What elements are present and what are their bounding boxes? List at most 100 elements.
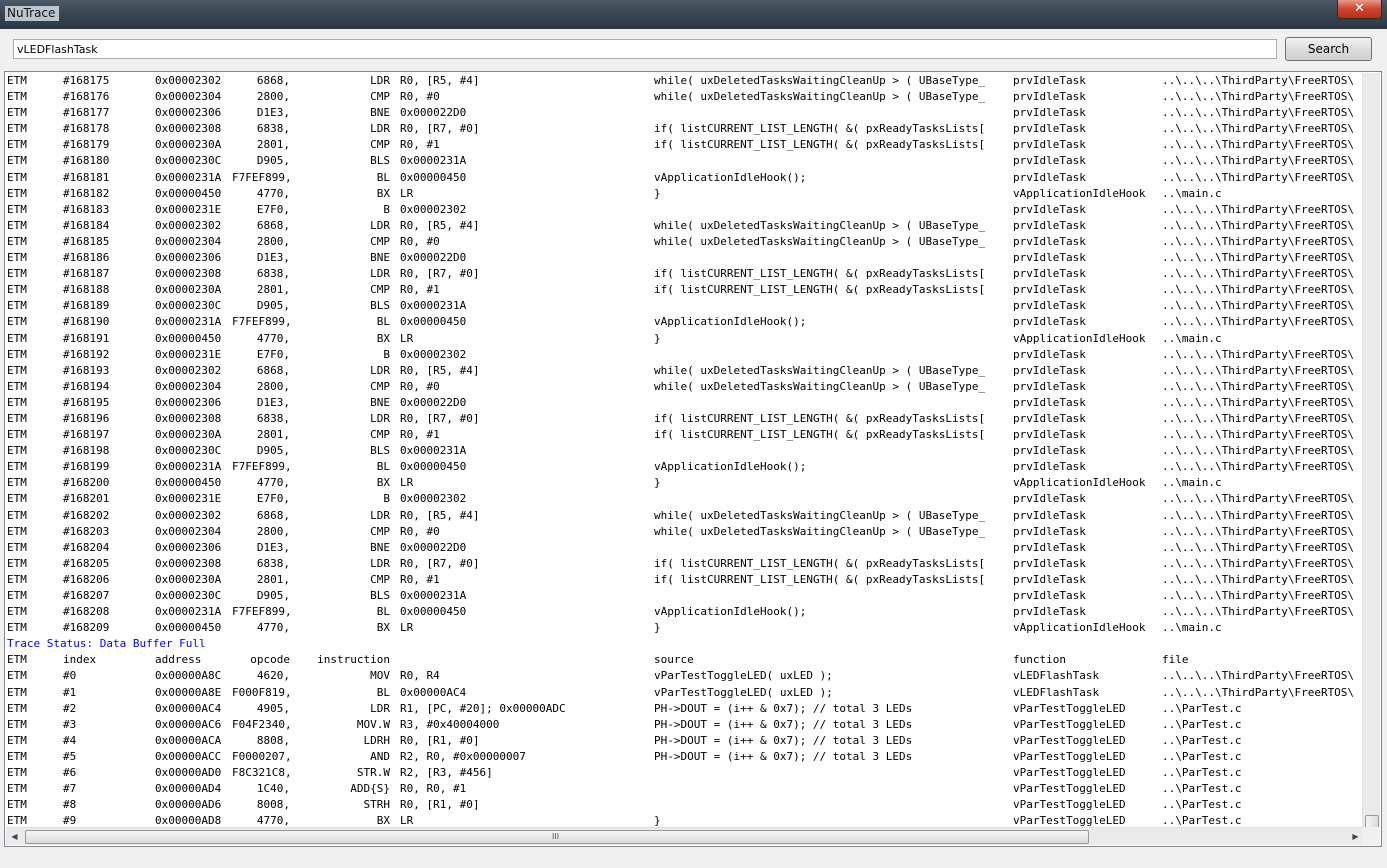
table-row[interactable]: ETM #168185 0x00002304 2800, CMP R0, #0 while(… <box>6 234 1364 250</box>
table-row[interactable]: ETM #7 0x00000AD4 1C40, ADD{S} R0, R0, #1 vPar… <box>6 781 1364 797</box>
trace-rows: ETM #168175 0x00002302 6868, LDR R0, [R5, #4]… <box>6 73 1364 830</box>
cell-function: vParTestToggleLED <box>1013 701 1126 715</box>
cell-type: ETM <box>7 733 27 747</box>
table-row[interactable]: ETM #168176 0x00002304 2800, CMP R0, #0 while(… <box>6 89 1364 105</box>
cell-address: 0x00000450 <box>155 621 222 635</box>
table-row[interactable]: ETM #0 0x00000A8C 4620, MOV R0, R4 vParTestTog… <box>6 668 1364 684</box>
cell-file: ..\..\..\ThirdParty\FreeRTOS\ <box>1162 508 1355 522</box>
table-row[interactable]: ETM #168195 0x00002306 D1E3, BNE 0x000022D0 pr… <box>6 395 1364 411</box>
table-row[interactable]: ETM #168199 0x0000231A F7FEF899, BL 0x0000045… <box>6 459 1364 475</box>
scroll-left-icon[interactable]: ◀ <box>6 828 23 845</box>
cell-index: #168194 <box>63 379 110 393</box>
cell-address: address <box>155 653 202 667</box>
cell-type: ETM <box>7 605 27 619</box>
table-row[interactable]: ETM #168189 0x0000230C D905, BLS 0x0000231A pr… <box>6 298 1364 314</box>
table-row[interactable]: ETM #168184 0x00002302 6868, LDR R0, [R5, #4]… <box>6 218 1364 234</box>
cell-index: #168184 <box>63 218 110 232</box>
search-button[interactable]: Search <box>1285 37 1372 61</box>
cell-address: 0x00000450 <box>155 331 222 345</box>
cell-source: } <box>654 476 661 490</box>
table-row[interactable]: ETM #168186 0x00002306 D1E3, BNE 0x000022D0 pr… <box>6 250 1364 266</box>
cell-index: #168177 <box>63 106 110 120</box>
table-row[interactable]: ETM #168181 0x0000231A F7FEF899, BL 0x0000045… <box>6 170 1364 186</box>
table-row[interactable]: ETM #168205 0x00002308 6838, LDR R0, [R7, #0]… <box>6 556 1364 572</box>
cell-index: #168188 <box>63 283 110 297</box>
table-row[interactable]: ETM #168197 0x0000230A 2801, CMP R0, #1 if( li… <box>6 427 1364 443</box>
cell-type: ETM <box>7 540 27 554</box>
cell-function: prvIdleTask <box>1013 428 1086 442</box>
cell-instruction: LDR <box>370 74 390 87</box>
trace-list[interactable]: ETM #168175 0x00002302 6868, LDR R0, [R5, #4]… <box>4 71 1382 847</box>
cell-source: while( uxDeletedTasksWaitingCleanUp > ( … <box>654 524 986 538</box>
cell-function: vApplicationIdleHook <box>1013 621 1146 635</box>
cell-source: while( uxDeletedTasksWaitingCleanUp > ( … <box>654 363 986 377</box>
cell-opcode: E7F0, <box>256 492 290 506</box>
horizontal-scrollbar[interactable]: ◀ III ▶ <box>6 827 1364 845</box>
cell-type: ETM <box>7 508 27 522</box>
table-row[interactable]: ETM #168179 0x0000230A 2801, CMP R0, #1 if( li… <box>6 137 1364 153</box>
cell-file: ..\main.c <box>1162 331 1222 345</box>
table-row[interactable]: ETM #3 0x00000AC6 F04F2340, MOV.W R3, #0x4000… <box>6 717 1364 733</box>
table-row[interactable]: ETM #1 0x00000A8E F000F819, BL 0x00000AC4 vPar… <box>6 685 1364 701</box>
cell-file: ..\..\..\ThirdParty\FreeRTOS\ <box>1162 379 1355 393</box>
table-row[interactable]: ETM #168182 0x00000450 4770, BX LR} vApplicati… <box>6 186 1364 202</box>
table-row[interactable]: ETM #8 0x00000AD6 8008, STRH R0, [R1, #0] vPar… <box>6 797 1364 813</box>
table-row[interactable]: ETM #168193 0x00002302 6868, LDR R0, [R5, #4]… <box>6 363 1364 379</box>
cell-address: 0x00000A8C <box>155 669 222 683</box>
cell-index: #168186 <box>63 251 110 265</box>
cell-opcode: 4770, <box>256 476 290 490</box>
table-row[interactable]: ETM #168203 0x00002304 2800, CMP R0, #0 while(… <box>6 524 1364 540</box>
cell-address: 0x00000450 <box>155 476 222 490</box>
table-row[interactable]: ETM #168198 0x0000230C D905, BLS 0x0000231A pr… <box>6 443 1364 459</box>
cell-address: 0x00002302 <box>155 363 222 377</box>
table-row[interactable]: ETM #168190 0x0000231A F7FEF899, BL 0x0000045… <box>6 314 1364 330</box>
table-row[interactable]: ETM #168188 0x0000230A 2801, CMP R0, #1 if( li… <box>6 282 1364 298</box>
table-row[interactable]: ETM #6 0x00000AD0 F8C321C8, STR.W R2, [R3, #4… <box>6 765 1364 781</box>
cell-index: #168190 <box>63 315 110 329</box>
cell-type: ETM <box>7 749 27 763</box>
cell-function: function <box>1013 653 1066 667</box>
table-row[interactable]: ETM #168187 0x00002308 6838, LDR R0, [R7, #0]… <box>6 266 1364 282</box>
cell-address: 0x00000AD6 <box>155 798 222 812</box>
table-row[interactable]: ETM #168191 0x00000450 4770, BX LR} vApplicati… <box>6 331 1364 347</box>
table-row[interactable]: ETM #168204 0x00002306 D1E3, BNE 0x000022D0 pr… <box>6 540 1364 556</box>
table-row[interactable]: ETM #168209 0x00000450 4770, BX LR} vApplicati… <box>6 620 1364 636</box>
cell-index: #5 <box>63 749 77 763</box>
column-header-row[interactable]: ETM index address opcode instruction source fu… <box>6 652 1364 668</box>
table-row[interactable]: ETM #168208 0x0000231A F7FEF899, BL 0x0000045… <box>6 604 1364 620</box>
search-input[interactable] <box>13 39 1277 59</box>
cell-function: prvIdleTask <box>1013 556 1086 570</box>
cell-index: #168200 <box>63 476 110 490</box>
cell-instruction: AND <box>370 749 390 763</box>
cell-file: ..\..\..\ThirdParty\FreeRTOS\ <box>1162 444 1355 458</box>
table-row[interactable]: ETM #168206 0x0000230A 2801, CMP R0, #1 if( li… <box>6 572 1364 588</box>
close-button[interactable]: ✕ <box>1337 0 1382 19</box>
cell-file: ..\..\..\ThirdParty\FreeRTOS\ <box>1162 347 1355 361</box>
cell-type: ETM <box>7 170 27 184</box>
table-row[interactable]: ETM #5 0x00000ACC F0000207, AND R2, R0, #0x00… <box>6 749 1364 765</box>
table-row[interactable]: ETM #168178 0x00002308 6838, LDR R0, [R7, #0]… <box>6 121 1364 137</box>
table-row[interactable]: ETM #168175 0x00002302 6868, LDR R0, [R5, #4]… <box>6 73 1364 89</box>
table-row[interactable]: ETM #168207 0x0000230C D905, BLS 0x0000231A pr… <box>6 588 1364 604</box>
trace-status-text: Trace Status: Data Buffer Full <box>7 637 206 651</box>
cell-opcode: 2800, <box>256 90 290 104</box>
vertical-scrollbar[interactable] <box>1362 73 1380 830</box>
table-row[interactable]: ETM #168180 0x0000230C D905, BLS 0x0000231A pr… <box>6 153 1364 169</box>
cell-opcode: 4905, <box>256 701 290 715</box>
table-row[interactable]: ETM #168194 0x00002304 2800, CMP R0, #0 while(… <box>6 379 1364 395</box>
horizontal-scroll-thumb[interactable]: III <box>25 830 1089 844</box>
cell-address: 0x00002306 <box>155 251 222 265</box>
cell-instruction: LDR <box>370 701 390 715</box>
table-row[interactable]: ETM #168196 0x00002308 6838, LDR R0, [R7, #0]… <box>6 411 1364 427</box>
table-row[interactable]: ETM #168202 0x00002302 6868, LDR R0, [R5, #4]… <box>6 508 1364 524</box>
table-row[interactable]: ETM #168200 0x00000450 4770, BX LR} vApplicati… <box>6 475 1364 491</box>
table-row[interactable]: ETM #4 0x00000ACA 8808, LDRH R0, [R1, #0] PH->… <box>6 733 1364 749</box>
table-row[interactable]: ETM #168192 0x0000231E E7F0, B 0x00002302 prvI… <box>6 347 1364 363</box>
table-row[interactable]: ETM #168183 0x0000231E E7F0, B 0x00002302 prvI… <box>6 202 1364 218</box>
table-row[interactable]: ETM #168177 0x00002306 D1E3, BNE 0x000022D0 pr… <box>6 105 1364 121</box>
table-row[interactable]: ETM #168201 0x0000231E E7F0, B 0x00002302 prvI… <box>6 491 1364 507</box>
cell-type: ETM <box>7 267 27 281</box>
table-row[interactable]: ETM #2 0x00000AC4 4905, LDR R1, [PC, #20]; 0x… <box>6 701 1364 717</box>
cell-source: while( uxDeletedTasksWaitingCleanUp > ( … <box>654 379 986 393</box>
cell-function: prvIdleTask <box>1013 411 1086 425</box>
